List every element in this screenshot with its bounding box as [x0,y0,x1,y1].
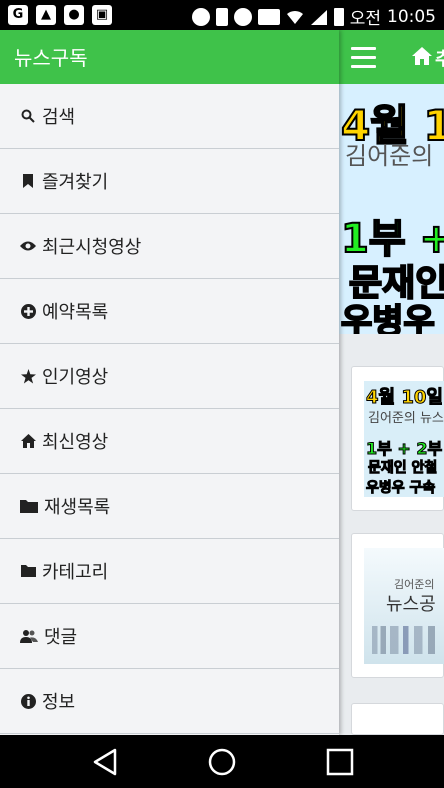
info-icon [20,693,36,709]
g-icon: G [8,5,28,25]
featured-banner[interactable]: 4월 10 김어준의 1부 + 2 문재인 우병우 구 [339,84,444,334]
menu-item-popular[interactable]: 인기영상 [0,344,339,409]
status-bar: G ▲ ● ▣ 오전 10:05 [0,0,444,30]
recent-apps-icon[interactable] [325,747,355,777]
menu-item-comments[interactable]: 댓글 [0,604,339,669]
card1-line4: 문재인 안철 [367,460,438,477]
menu-item-reservations[interactable]: 예약목록 [0,279,339,344]
menu-item-playlist[interactable]: 재생목록 [0,474,339,539]
star-icon [20,368,36,384]
vibrate-icon [215,7,228,26]
home-icon [20,433,36,449]
card1-line3: 1부 + 2부 + [365,439,444,459]
menu-item-recent[interactable]: 최근시청영상 [0,214,339,279]
header-title-partial: 추 [435,49,444,70]
status-right: 오전 10:05 [191,4,436,29]
menu-item-label: 예약목록 [42,302,109,323]
users-icon [20,628,38,644]
menu-item-search[interactable]: 검색 [0,84,339,149]
card1-line2: 김어준의 뉴스 [368,411,444,426]
menu-item-label: 재생목록 [44,497,111,518]
card1-line1: 4월 10일 [366,387,444,409]
status-ampm: 오전 [349,9,381,29]
drawer-title: 뉴스구독 [0,30,339,84]
eye-icon [20,238,36,254]
alarm-icon [233,7,252,26]
folder-icon [20,498,38,514]
banner-line5: 우병우 구 [340,301,444,334]
wifi-icon [286,10,303,24]
bluetooth-icon [191,7,210,26]
battery-icon [333,7,344,26]
card2-line2: 뉴스공 [386,594,436,615]
menu-item-info[interactable]: 정보 [0,669,339,734]
bookmark-icon [20,173,36,189]
navigation-drawer: 뉴스구독 검색 즐겨찾기 최근시청영상 예약목록 인기영상 최신영상 재생목록 … [0,30,339,735]
video-card[interactable]: 김어준의 뉴스공 [351,533,444,678]
video-thumbnail: 4월 10일 김어준의 뉴스 1부 + 2부 + 문재인 안철 우병우 구속 [364,381,444,497]
menu-item-label: 즐겨찾기 [42,172,109,193]
skyline-image [372,626,442,654]
video-card[interactable]: 4월 10일 김어준의 뉴스 1부 + 2부 + 문재인 안철 우병우 구속 [351,366,444,511]
menu-item-latest[interactable]: 최신영상 [0,409,339,474]
menu-item-label: 댓글 [44,627,78,648]
menu-icon[interactable] [351,47,376,68]
folder-open-icon [20,563,36,579]
home-button-icon[interactable] [207,747,237,777]
banner-line2: 김어준의 [345,142,434,170]
image-icon: ▲ [36,5,56,25]
menu-item-favorites[interactable]: 즐겨찾기 [0,149,339,214]
menu-item-label: 검색 [42,107,76,128]
video-thumbnail: 김어준의 뉴스공 [364,548,444,664]
system-nav-bar [0,735,444,788]
hd-icon [257,8,280,25]
bag-icon: ▣ [92,5,112,25]
signal-icon [310,9,327,25]
menu-item-label: 카테고리 [42,562,109,583]
back-icon[interactable] [91,747,121,777]
menu-item-label: 최근시청영상 [42,237,142,258]
plus-circle-icon [20,303,36,319]
search-icon [20,108,36,124]
menu-item-category[interactable]: 카테고리 [0,539,339,604]
home-icon[interactable] [411,45,433,67]
video-card[interactable] [351,703,444,735]
card1-line5: 우병우 구속 [365,480,436,497]
status-left-icons: G ▲ ● ▣ [8,5,112,25]
menu-item-label: 최신영상 [42,432,109,453]
menu-item-label: 정보 [42,692,76,713]
status-time: 10:05 [387,6,436,27]
menu-item-label: 인기영상 [42,367,109,388]
lens-icon: ● [64,5,84,25]
